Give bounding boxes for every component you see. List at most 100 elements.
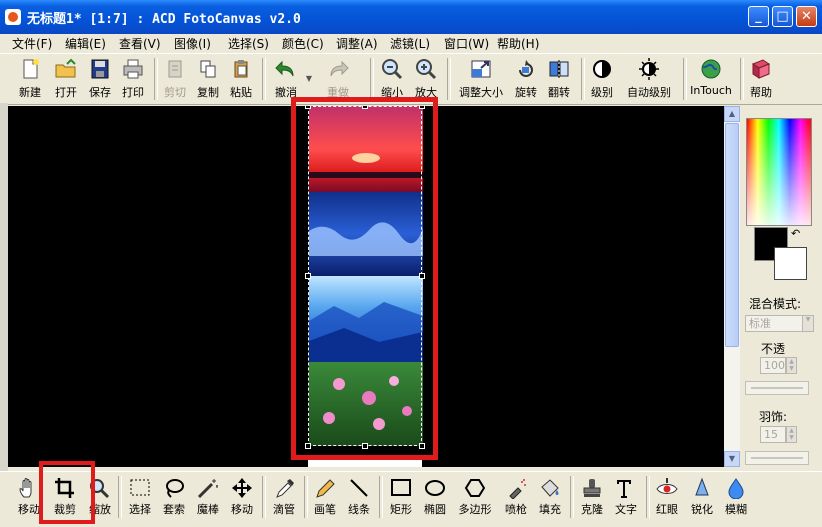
flip-icon [549,60,569,78]
floppy-disk-icon [91,59,109,79]
maximize-button[interactable]: □ [772,6,793,27]
blur-drop-icon [728,478,744,499]
copy-button[interactable]: 复制 [193,56,223,102]
levels-icon [593,60,611,78]
window-title: 无标题1* [1:7] : ACD FotoCanvas v2.0 [27,12,301,27]
tool-blur[interactable]: 模糊 [722,474,750,522]
tool-spray[interactable]: 喷枪 [502,474,530,522]
tool-fill[interactable]: 填充 [536,474,564,522]
close-button[interactable]: ✕ [796,6,817,27]
properties-panel: ↶ 混合模式: 标准 ▼ 不透 100 ▲ ▼ 羽饰: 15 ▲ ▼ [741,106,822,467]
blend-mode-label: 混合模式: [749,297,802,311]
color-picker[interactable] [746,118,812,226]
opacity-input[interactable]: 100 [760,357,786,374]
tool-rectangle[interactable]: 矩形 [387,474,415,522]
opacity-stepper[interactable]: ▲ ▼ [786,357,797,374]
menu-file[interactable]: 文件(F) [12,35,52,52]
zoom-out-button[interactable]: 缩小 [377,56,407,102]
cut-button[interactable]: 剪切 [160,56,190,102]
paste-button[interactable]: 粘贴 [226,56,256,102]
eyedropper-icon [276,479,294,498]
save-button[interactable]: 保存 [84,56,116,102]
scroll-thumb[interactable] [725,123,739,347]
opacity-label: 不透 [761,342,786,356]
spray-can-icon [509,479,526,499]
open-folder-icon [55,58,76,78]
rotate-icon [519,60,533,77]
ellipse-icon [425,480,445,496]
sharpen-icon [695,477,709,496]
chevron-down-icon: ▼ [305,74,313,83]
feather-slider[interactable] [745,451,809,465]
red-eye-icon [656,478,678,494]
menu-filter[interactable]: 滤镜(L) [390,35,430,52]
lasso-icon [166,479,184,498]
undo-button[interactable]: 撤消 [270,56,302,102]
undo-dropdown[interactable]: ▼ [304,56,314,102]
zoom-in-icon [416,59,437,80]
menu-image[interactable]: 图像(I) [174,35,211,52]
toolbar-separator [118,476,122,518]
undo-arrow-icon [275,60,294,77]
menu-color[interactable]: 颜色(C) [282,35,324,52]
toolbar-separator [581,58,585,100]
tool-pencil[interactable]: 画笔 [311,474,339,522]
tool-text[interactable]: 文字 [612,474,640,522]
tool-eyedropper[interactable]: 滴管 [270,474,298,522]
menu-select[interactable]: 选择(S) [228,35,269,52]
cut-icon [168,60,182,78]
zoom-in-button[interactable]: 放大 [411,56,441,102]
intouch-button[interactable]: InTouch [688,56,734,102]
title-bar[interactable]: 无标题1* [1:7] : ACD FotoCanvas v2.0 _ □ ✕ [0,0,822,34]
scroll-up-arrow[interactable]: ▲ [724,106,740,122]
chevron-down-icon[interactable]: ▼ [802,315,814,332]
rect-select-icon [130,479,150,496]
workspace-border [0,103,8,471]
new-button[interactable]: 新建 [14,56,46,102]
tool-clone[interactable]: 克隆 [578,474,606,522]
zoom-out-icon [382,59,403,80]
scroll-down-arrow[interactable]: ▼ [724,451,740,467]
move-arrows-icon [232,478,252,498]
opacity-slider[interactable] [745,381,809,395]
polygon-icon [464,479,486,497]
tool-sharpen[interactable]: 锐化 [688,474,716,522]
rotate-button[interactable]: 旋转 [511,56,541,102]
auto-levels-button[interactable]: 自动级别 [622,56,676,102]
menu-adjust[interactable]: 调整(A) [336,35,378,52]
print-button[interactable]: 打印 [117,56,149,102]
vertical-scrollbar[interactable]: ▲ ▼ [724,106,740,467]
help-button[interactable]: 帮助 [746,56,776,102]
text-tool-icon [617,480,631,498]
tool-ellipse[interactable]: 椭圆 [421,474,449,522]
swap-colors-icon[interactable]: ↶ [791,227,800,240]
menu-help[interactable]: 帮助(H) [497,35,539,52]
feather-input[interactable]: 15 [760,426,786,443]
rectangle-icon [391,479,411,496]
tool-magic-wand[interactable]: 魔棒 [194,474,222,522]
tool-line[interactable]: 线条 [345,474,373,522]
tool-move[interactable]: 移动 [228,474,256,522]
app-icon[interactable] [5,9,21,25]
menu-window[interactable]: 窗口(W) [444,35,489,52]
resize-button[interactable]: 调整大小 [454,56,508,102]
toolbar-separator [740,58,744,100]
tool-lasso[interactable]: 套索 [160,474,188,522]
redo-button[interactable]: 重做 [321,56,355,102]
flip-button[interactable]: 翻转 [544,56,574,102]
copy-icon [200,60,216,78]
levels-button[interactable]: 级别 [587,56,617,102]
toolbar-separator [262,58,266,100]
tool-select[interactable]: 选择 [126,474,154,522]
toolbar-separator [370,58,374,100]
tool-red-eye[interactable]: 红眼 [653,474,681,522]
menu-edit[interactable]: 编辑(E) [65,35,106,52]
tool-polygon[interactable]: 多边形 [455,474,495,522]
blend-mode-select[interactable]: 标准 [745,315,807,332]
feather-stepper[interactable]: ▲ ▼ [786,426,797,443]
toolbar-separator [304,476,308,518]
minimize-button[interactable]: _ [748,6,769,27]
background-color-swatch[interactable] [774,247,807,280]
menu-view[interactable]: 查看(V) [119,35,161,52]
open-button[interactable]: 打开 [50,56,82,102]
